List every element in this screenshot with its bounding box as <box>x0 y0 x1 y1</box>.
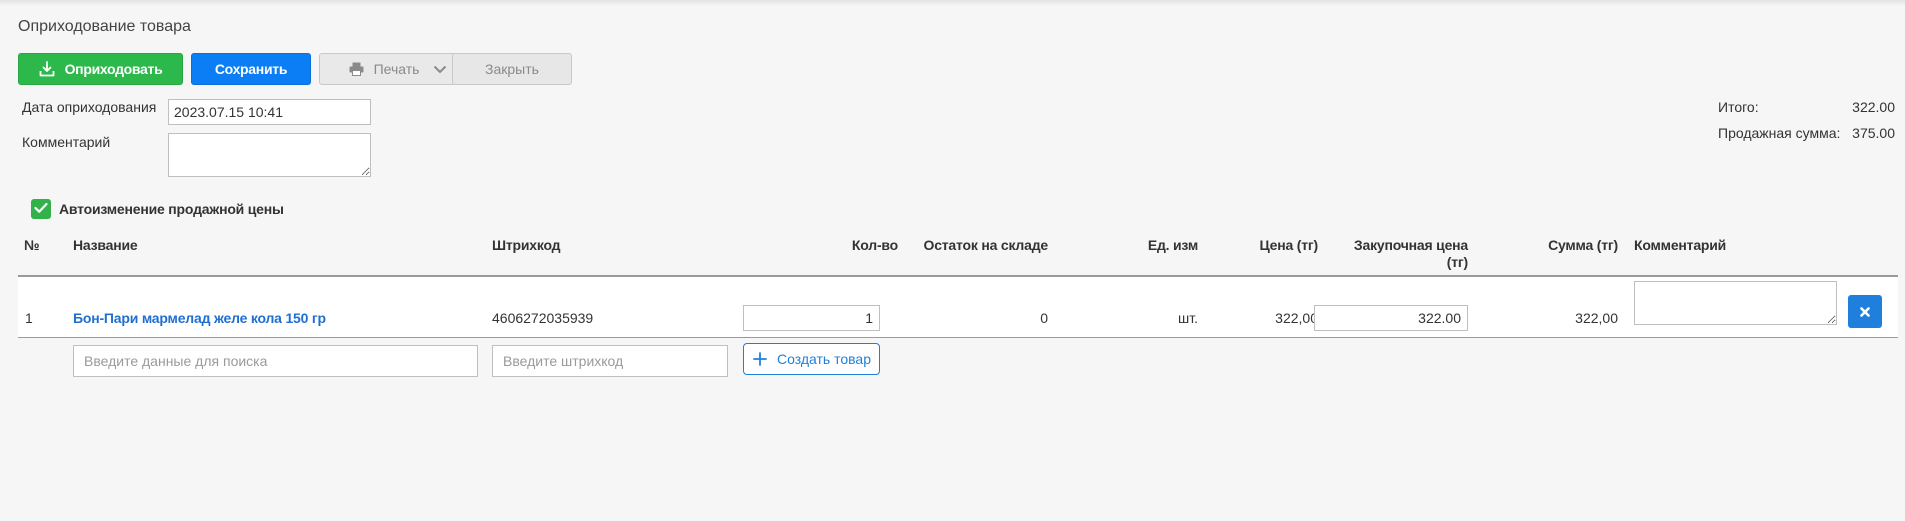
totals-panel: Итого: 322.00 Продажная сумма: 375.00 <box>1718 99 1895 151</box>
row-sum: 322,00 <box>1575 310 1618 326</box>
auto-price-label: Автоизменение продажной цены <box>59 201 284 217</box>
header-num: № <box>24 237 40 253</box>
date-label: Дата оприходования <box>22 99 157 115</box>
close-button-label: Закрыть <box>485 61 539 77</box>
printer-icon <box>349 62 364 76</box>
barcode-search-input[interactable] <box>492 345 728 377</box>
receive-button-label: Оприходовать <box>64 61 163 77</box>
comment-field[interactable] <box>168 133 371 177</box>
row-num: 1 <box>25 310 33 326</box>
header-stock: Остаток на складе <box>923 237 1049 253</box>
header-comment: Комментарий <box>1634 237 1727 253</box>
header-sum: Сумма (тг) <box>1548 237 1618 253</box>
header-barcode: Штрихкод <box>492 237 561 253</box>
create-product-button[interactable]: Создать товар <box>743 343 880 375</box>
auto-price-toggle[interactable]: Автоизменение продажной цены <box>31 199 284 219</box>
total-row: Итого: 322.00 <box>1718 99 1895 125</box>
row-comment-field[interactable] <box>1634 281 1837 325</box>
row-stock: 0 <box>1040 310 1048 326</box>
plus-icon <box>753 352 767 366</box>
download-tray-icon <box>39 61 55 77</box>
row-barcode: 4606272035939 <box>492 310 594 326</box>
total-label: Итого: <box>1718 99 1759 115</box>
save-button[interactable]: Сохранить <box>191 53 311 85</box>
sale-sum-value: 375.00 <box>1852 125 1895 141</box>
sale-sum-label: Продажная сумма: <box>1718 125 1841 141</box>
header-unit: Ед. изм <box>1147 237 1198 253</box>
header-purchase-price: Закупочная цена (тг) <box>1308 237 1468 271</box>
print-button-label: Печать <box>373 61 420 77</box>
product-name-link[interactable]: Бон-Пари мармелад желе кола 150 гр <box>73 310 326 326</box>
receive-button[interactable]: Оприходовать <box>18 53 183 85</box>
header-name: Название <box>73 237 138 253</box>
create-product-label: Создать товар <box>777 351 871 367</box>
page-title: Оприходование товара <box>18 18 191 35</box>
close-icon <box>1860 304 1870 320</box>
header-purchase-price-line1: Закупочная цена <box>1353 237 1468 253</box>
close-button[interactable]: Закрыть <box>452 53 572 85</box>
row-price: 322,00 <box>1275 310 1318 326</box>
row-unit: шт. <box>1178 310 1198 326</box>
header-price: Цена (тг) <box>1259 237 1318 253</box>
checkmark-icon <box>34 201 48 217</box>
comment-label: Комментарий <box>22 134 111 150</box>
auto-price-checkbox[interactable] <box>31 199 51 219</box>
delete-row-button[interactable] <box>1848 295 1882 328</box>
top-shadow <box>0 0 1905 6</box>
table-row: 1 Бон-Пари мармелад желе кола 150 гр 460… <box>18 277 1898 338</box>
total-value: 322.00 <box>1852 99 1895 115</box>
table-header: № Название Штрихкод Кол-во Остаток на ск… <box>18 231 1898 277</box>
date-field[interactable] <box>168 99 371 125</box>
save-button-label: Сохранить <box>214 61 288 77</box>
chevron-down-icon <box>433 65 447 74</box>
qty-input[interactable] <box>743 305 880 331</box>
sale-sum-row: Продажная сумма: 375.00 <box>1718 125 1895 151</box>
product-search-input[interactable] <box>73 345 478 377</box>
header-purchase-price-line2: (тг) <box>1446 254 1468 270</box>
purchase-price-input[interactable] <box>1314 305 1468 331</box>
